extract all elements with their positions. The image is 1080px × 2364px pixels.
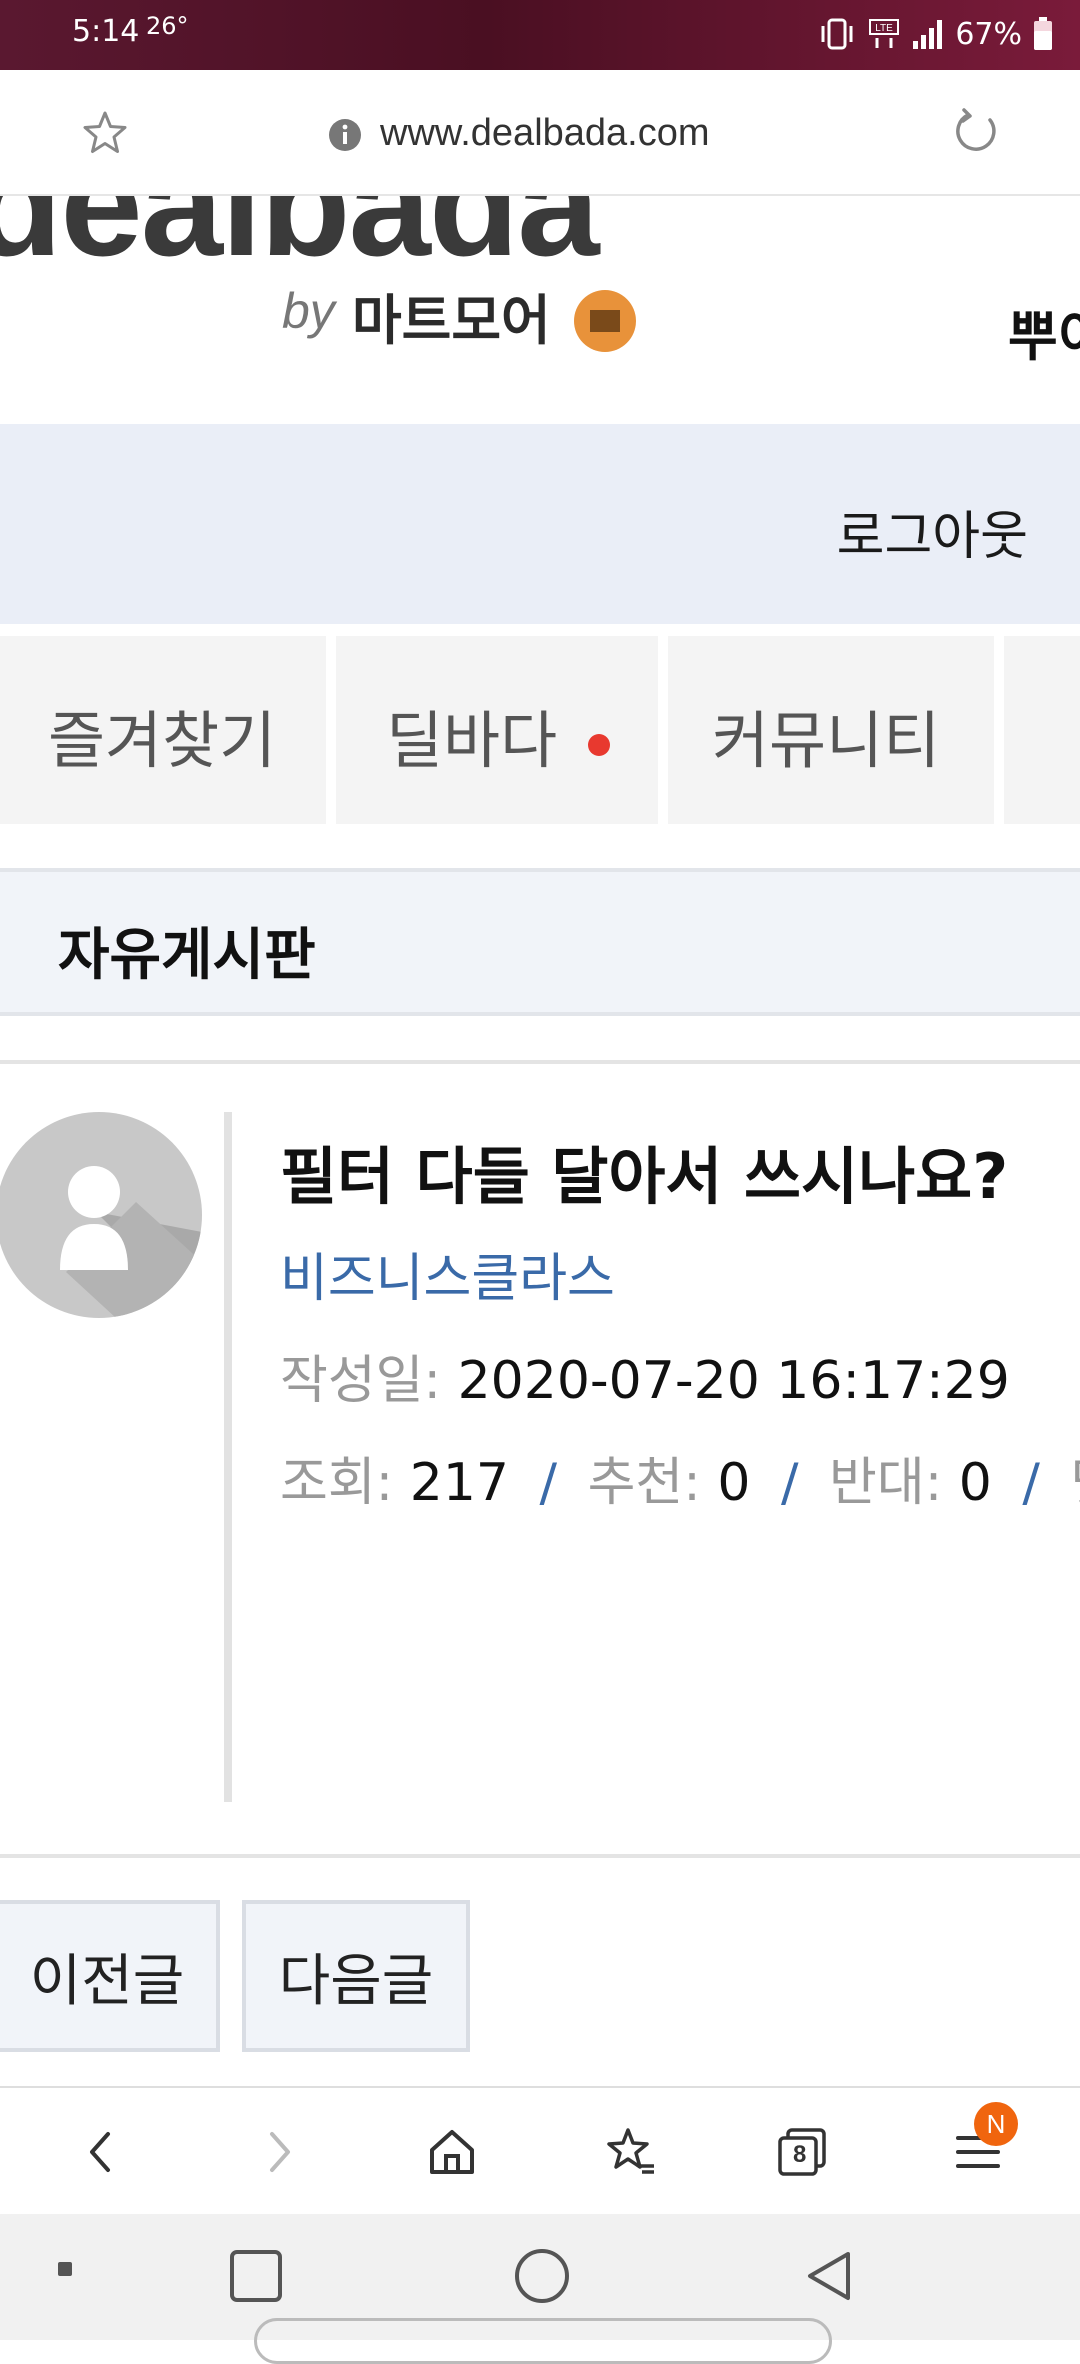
reload-icon[interactable] bbox=[950, 106, 1002, 158]
logo-by-text: by bbox=[282, 283, 335, 339]
post-date-row: 작성일: 2020-07-20 16:17:29 bbox=[280, 1338, 1010, 1413]
lte-icon: LTE bbox=[869, 19, 900, 48]
oppose-value: 0 bbox=[958, 1453, 992, 1513]
avatar[interactable] bbox=[0, 1112, 202, 1318]
logout-link[interactable]: 로그아웃 bbox=[837, 494, 1028, 569]
next-post-button[interactable]: 다음글 bbox=[242, 1900, 470, 2052]
back-icon[interactable] bbox=[72, 2122, 132, 2182]
star-icon[interactable] bbox=[80, 108, 130, 158]
status-bar: 5:14 26° LTE 67% bbox=[0, 0, 1080, 70]
system-back-icon[interactable] bbox=[800, 2246, 860, 2306]
logo-partner-text: 마트모어 bbox=[352, 289, 551, 352]
notification-dot-icon bbox=[588, 734, 610, 756]
url-text[interactable]: www.dealbada.com bbox=[380, 112, 710, 155]
views-label: 조회: bbox=[280, 1453, 394, 1513]
partner-logo-icon bbox=[574, 290, 636, 352]
date-label: 작성일: bbox=[280, 1351, 442, 1411]
stat-separator: / bbox=[780, 1453, 799, 1513]
gesture-handle bbox=[254, 2318, 832, 2364]
partner-logo-mark bbox=[590, 310, 620, 332]
views-value: 217 bbox=[409, 1453, 509, 1513]
vibrate-icon bbox=[821, 18, 853, 50]
date-value: 2020-07-20 16:17:29 bbox=[457, 1351, 1010, 1411]
tabs-count: 8 bbox=[793, 2141, 807, 2168]
stat-separator: / bbox=[539, 1453, 558, 1513]
site-header: dealbada by 마트모어 뿌이 bbox=[0, 196, 1080, 424]
status-right: LTE 67% bbox=[817, 14, 1054, 54]
user-icon bbox=[60, 1166, 202, 1318]
next-post-label: 다음글 bbox=[278, 1948, 434, 2014]
bookmarks-icon[interactable] bbox=[600, 2122, 660, 2182]
account-band: 로그아웃 bbox=[0, 424, 1080, 624]
dot-icon[interactable] bbox=[54, 2258, 78, 2282]
post-stats-row: 조회: 217 / 추천: 0 / 반대: 0 / 댓 bbox=[280, 1440, 1080, 1515]
nav-tabs: 즐겨찾기 딜바다 커뮤니티 bbox=[0, 636, 1080, 824]
board-header: 자유게시판 bbox=[0, 868, 1080, 1016]
stat-separator: / bbox=[1022, 1453, 1040, 1513]
status-time: 5:14 bbox=[72, 14, 140, 49]
status-temperature: 26° bbox=[146, 12, 189, 40]
menu-badge: N bbox=[974, 2102, 1018, 2146]
recommend-value: 0 bbox=[717, 1453, 751, 1513]
tab-label: 커뮤니티 bbox=[712, 704, 941, 777]
info-icon[interactable] bbox=[328, 118, 362, 152]
oppose-label: 반대: bbox=[829, 1453, 943, 1513]
battery-percent: 67% bbox=[955, 16, 1022, 52]
tab-more[interactable] bbox=[1004, 636, 1080, 824]
post-author[interactable]: 비즈니스클라스 bbox=[280, 1236, 615, 1311]
header-right-text[interactable]: 뿌이 bbox=[1008, 292, 1080, 371]
battery-icon bbox=[1034, 17, 1052, 50]
post-title: 필터 다들 달아서 쓰시나요? bbox=[280, 1140, 1009, 1213]
home-icon[interactable] bbox=[422, 2122, 482, 2182]
tab-label: 딜바다 bbox=[386, 704, 558, 777]
recommend-label: 추천: bbox=[587, 1453, 701, 1513]
system-nav-bar bbox=[0, 2214, 1080, 2364]
signal-icon bbox=[913, 20, 943, 49]
board-title: 자유게시판 bbox=[58, 923, 316, 988]
svg-text:LTE: LTE bbox=[876, 23, 894, 34]
url-bar: www.dealbada.com bbox=[0, 70, 1080, 196]
forward-icon[interactable] bbox=[248, 2122, 308, 2182]
post-card: 필터 다들 달아서 쓰시나요? 비즈니스클라스 작성일: 2020-07-20 … bbox=[0, 1060, 1080, 1858]
comments-label: 댓 bbox=[1070, 1453, 1080, 1513]
tab-label: 즐겨찾기 bbox=[48, 704, 277, 777]
home-button-icon[interactable] bbox=[512, 2246, 572, 2306]
prev-post-label: 이전글 bbox=[29, 1948, 185, 2014]
tab-community[interactable]: 커뮤니티 bbox=[668, 636, 994, 824]
tab-favorites[interactable]: 즐겨찾기 bbox=[0, 636, 326, 824]
tab-dealbada[interactable]: 딜바다 bbox=[336, 636, 658, 824]
divider bbox=[224, 1112, 232, 1802]
prev-post-button[interactable]: 이전글 bbox=[0, 1900, 220, 2052]
recents-icon[interactable] bbox=[226, 2246, 286, 2306]
browser-toolbar: 8 N bbox=[0, 2086, 1080, 2214]
